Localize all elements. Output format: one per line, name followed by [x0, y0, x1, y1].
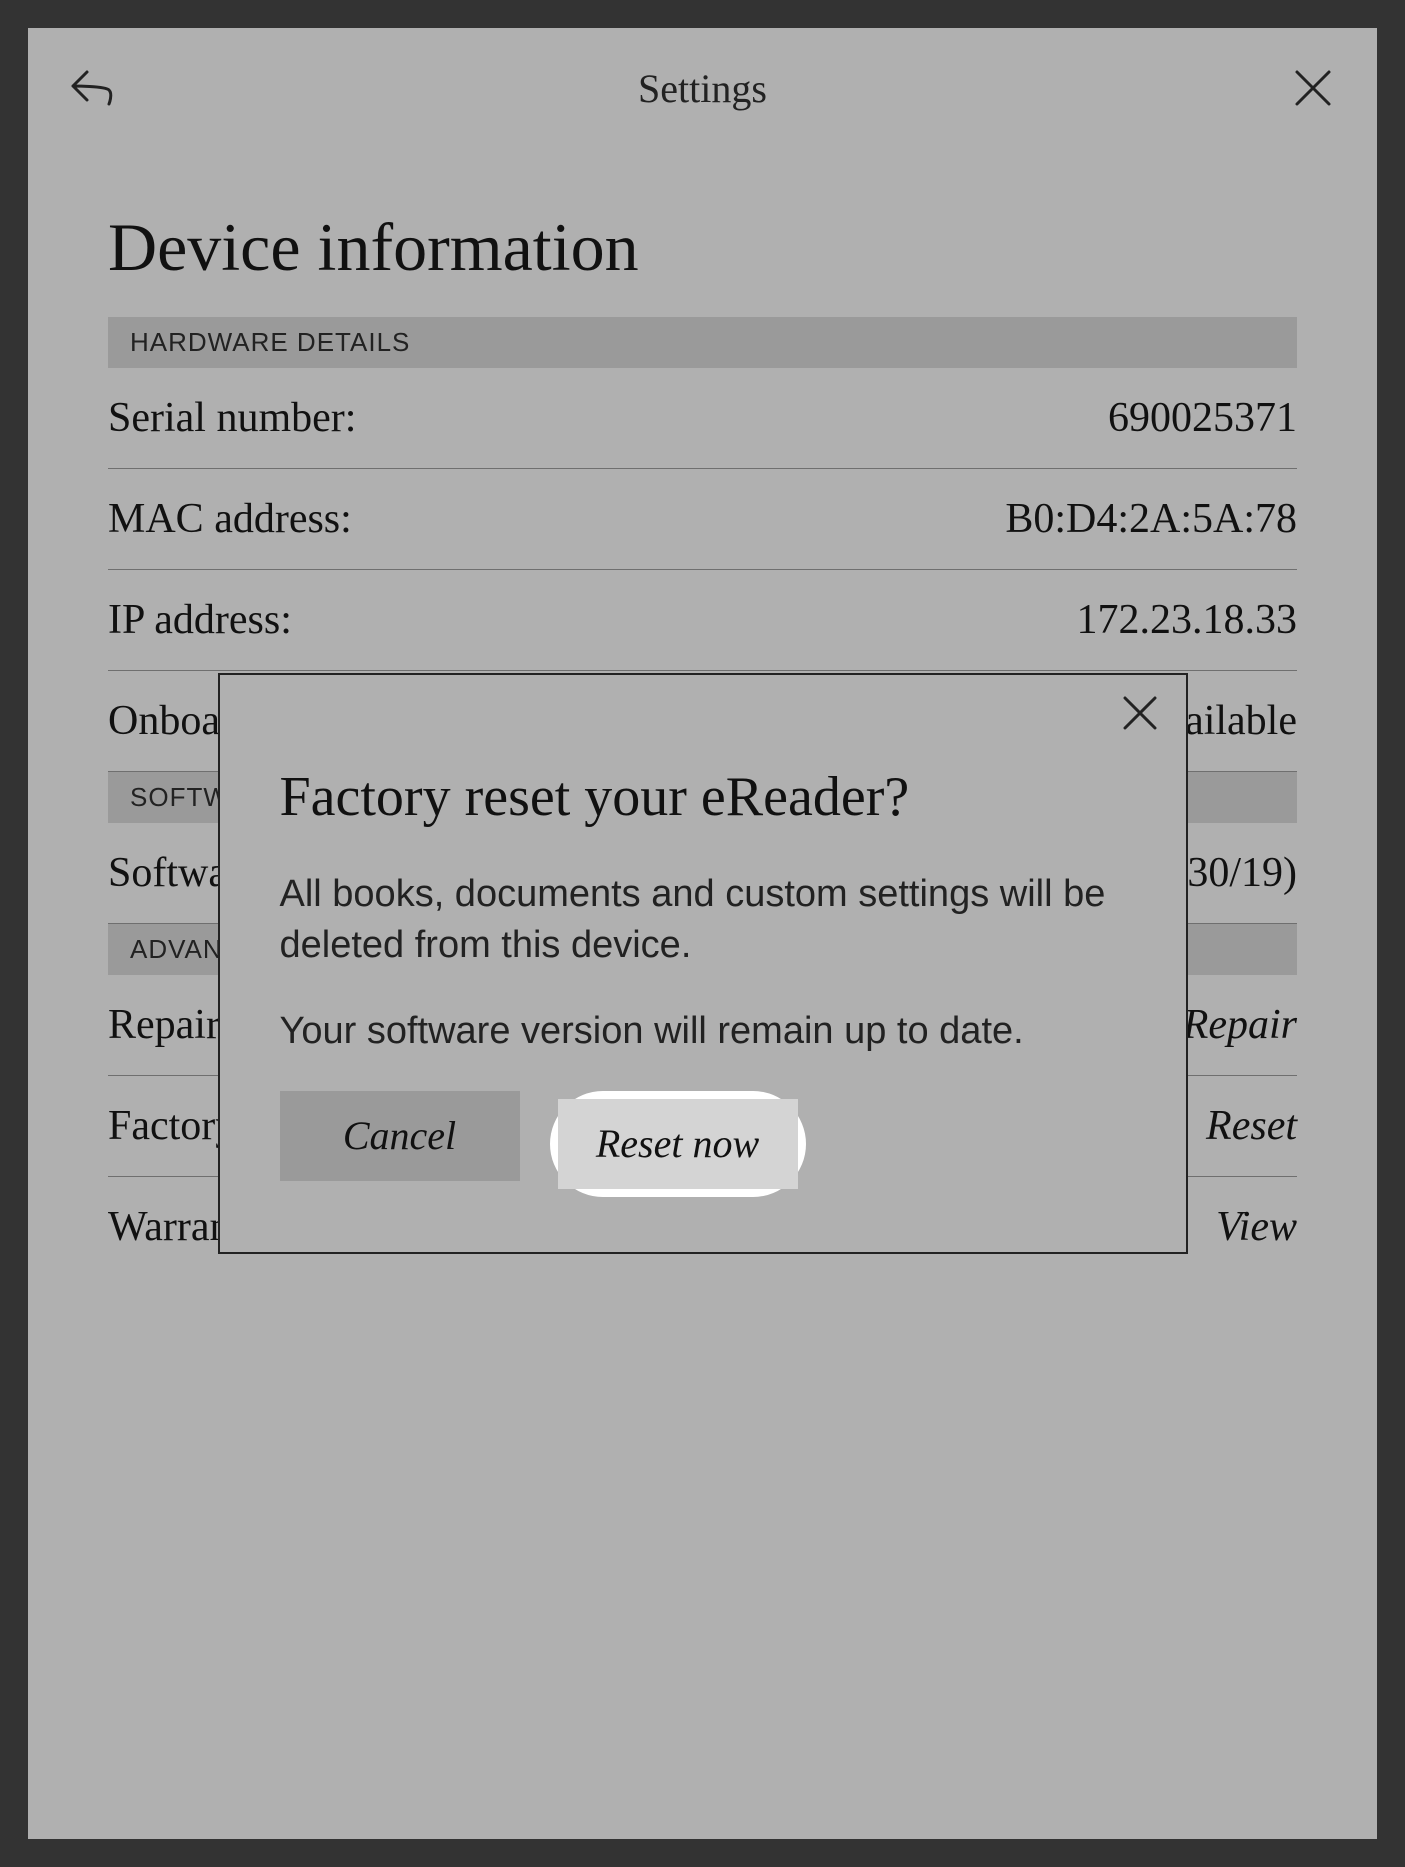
serial-value: 690025371 [1108, 394, 1297, 442]
warranty-action[interactable]: View [1216, 1203, 1297, 1251]
mac-label: MAC address: [108, 495, 352, 543]
dialog-body-line2: Your software version will remain up to … [280, 1006, 1126, 1057]
back-icon[interactable] [68, 64, 116, 112]
hardware-section-header: HARDWARE DETAILS [108, 317, 1297, 368]
topbar: Settings [28, 28, 1377, 148]
dialog-body-line1: All books, documents and custom settings… [280, 869, 1126, 972]
cancel-button[interactable]: Cancel [280, 1091, 520, 1181]
serial-row: Serial number: 690025371 [108, 368, 1297, 469]
page-title: Device information [108, 208, 1297, 287]
dialog-button-row: Cancel Reset now [280, 1091, 1126, 1197]
page-header-title: Settings [638, 65, 767, 112]
dialog-title: Factory reset your eReader? [280, 765, 1126, 829]
mac-row: MAC address: B0:D4:2A:5A:78 [108, 469, 1297, 570]
device-screen: Settings Device information HARDWARE DET… [28, 28, 1377, 1839]
close-icon[interactable] [1289, 64, 1337, 112]
ip-value: 172.23.18.33 [1077, 596, 1298, 644]
mac-value: B0:D4:2A:5A:78 [1005, 495, 1297, 543]
reset-highlight: Reset now [550, 1091, 806, 1197]
factory-reset-dialog: Factory reset your eReader? All books, d… [218, 673, 1188, 1254]
ip-row: IP address: 172.23.18.33 [108, 570, 1297, 671]
dialog-body: All books, documents and custom settings… [280, 869, 1126, 1057]
repair-action[interactable]: Repair [1183, 1001, 1297, 1049]
reset-now-button[interactable]: Reset now [558, 1099, 798, 1189]
dialog-close-icon[interactable] [1122, 695, 1162, 735]
factory-reset-action[interactable]: Reset [1206, 1102, 1297, 1150]
ip-label: IP address: [108, 596, 292, 644]
serial-label: Serial number: [108, 394, 356, 442]
